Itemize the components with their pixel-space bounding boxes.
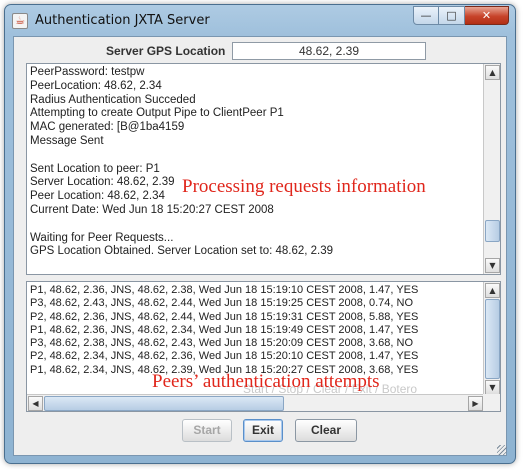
window-controls: — □ ✕: [413, 6, 509, 25]
scrollbar-thumb[interactable]: [485, 220, 500, 242]
text-line: PeerPassword: testpw: [30, 66, 145, 78]
text-line: Sent Location to peer: P1: [30, 162, 160, 175]
scrollbar-corner: [483, 394, 500, 411]
scroll-up-arrow-icon[interactable]: ▲: [485, 283, 500, 298]
log-horizontal-scrollbar[interactable]: ◀ ▶: [27, 394, 484, 411]
gps-location-row: Server GPS Location 48.62, 2.39: [14, 41, 506, 61]
gps-location-field[interactable]: 48.62, 2.39: [232, 42, 426, 60]
text-line: MAC generated: [B@1ba4159: [30, 121, 185, 134]
clear-button[interactable]: Clear: [295, 419, 357, 442]
text-line: Waiting for Peer Requests...: [30, 231, 174, 244]
log-row[interactable]: P3, 48.62, 2.38, JNS, 48.62, 2.43, Wed J…: [30, 337, 484, 350]
text-line: Radius Authentication Succeded: [30, 93, 196, 106]
log-row[interactable]: P2, 48.62, 2.34, JNS, 48.62, 2.36, Wed J…: [30, 350, 484, 363]
text-line: PeerLocation: 48.62, 2.34: [30, 79, 162, 92]
log-row[interactable]: P2, 48.62, 2.36, JNS, 48.62, 2.44, Wed J…: [30, 311, 484, 324]
app-window: ☕ Authentication JXTA Server — □ ✕ Serve…: [4, 4, 516, 464]
processing-text-area[interactable]: PeerPassword: testpw PeerLocation: 48.62,…: [26, 63, 501, 275]
resize-grip[interactable]: [497, 445, 507, 455]
text-line: Current Date: Wed Jun 18 15:20:27 CEST 2…: [30, 203, 274, 216]
scroll-right-arrow-icon[interactable]: ▶: [468, 396, 483, 411]
scroll-down-arrow-icon[interactable]: ▼: [485, 380, 500, 395]
log-row[interactable]: P1, 48.62, 2.36, JNS, 48.62, 2.38, Wed J…: [30, 284, 484, 297]
scroll-up-arrow-icon[interactable]: ▲: [485, 65, 500, 80]
java-cup-icon[interactable]: ☕: [12, 13, 28, 29]
scroll-left-arrow-icon[interactable]: ◀: [28, 396, 43, 411]
close-button[interactable]: ✕: [465, 6, 509, 25]
processing-text-content: PeerPassword: testpw PeerLocation: 48.62,…: [30, 66, 480, 272]
text-area-vertical-scrollbar[interactable]: ▲ ▼: [483, 64, 500, 274]
client-area: Server GPS Location 48.62, 2.39 PeerPass…: [13, 36, 507, 456]
gps-location-label: Server GPS Location: [106, 44, 226, 58]
authentication-annotation: Peers’ authentication attempts: [152, 371, 380, 392]
maximize-button[interactable]: □: [439, 6, 465, 25]
exit-button[interactable]: Exit: [243, 419, 283, 442]
text-line: GPS Location Obtained. Server Location s…: [30, 245, 334, 258]
window-title: Authentication JXTA Server: [35, 13, 210, 28]
text-line: Message Sent: [30, 134, 104, 147]
button-row: Start Exit Clear: [14, 419, 506, 443]
scrollbar-thumb[interactable]: [485, 299, 500, 379]
scroll-down-arrow-icon[interactable]: ▼: [485, 258, 500, 273]
minimize-button[interactable]: —: [413, 6, 439, 25]
text-line: [30, 149, 480, 163]
title-bar[interactable]: ☕ Authentication JXTA Server — □ ✕: [5, 5, 515, 35]
log-row[interactable]: P3, 48.62, 2.43, JNS, 48.62, 2.44, Wed J…: [30, 297, 484, 310]
text-line: [30, 218, 480, 232]
log-row[interactable]: P1, 48.62, 2.36, JNS, 48.62, 2.34, Wed J…: [30, 324, 484, 337]
start-button[interactable]: Start: [182, 419, 232, 442]
text-line: Attempting to create Output Pipe to Clie…: [30, 107, 284, 120]
scrollbar-thumb[interactable]: [44, 396, 284, 411]
processing-annotation: Processing requests information: [182, 176, 426, 197]
log-vertical-scrollbar[interactable]: ▲ ▼: [483, 282, 500, 396]
authentication-log-area[interactable]: P1, 48.62, 2.36, JNS, 48.62, 2.38, Wed J…: [26, 281, 501, 412]
